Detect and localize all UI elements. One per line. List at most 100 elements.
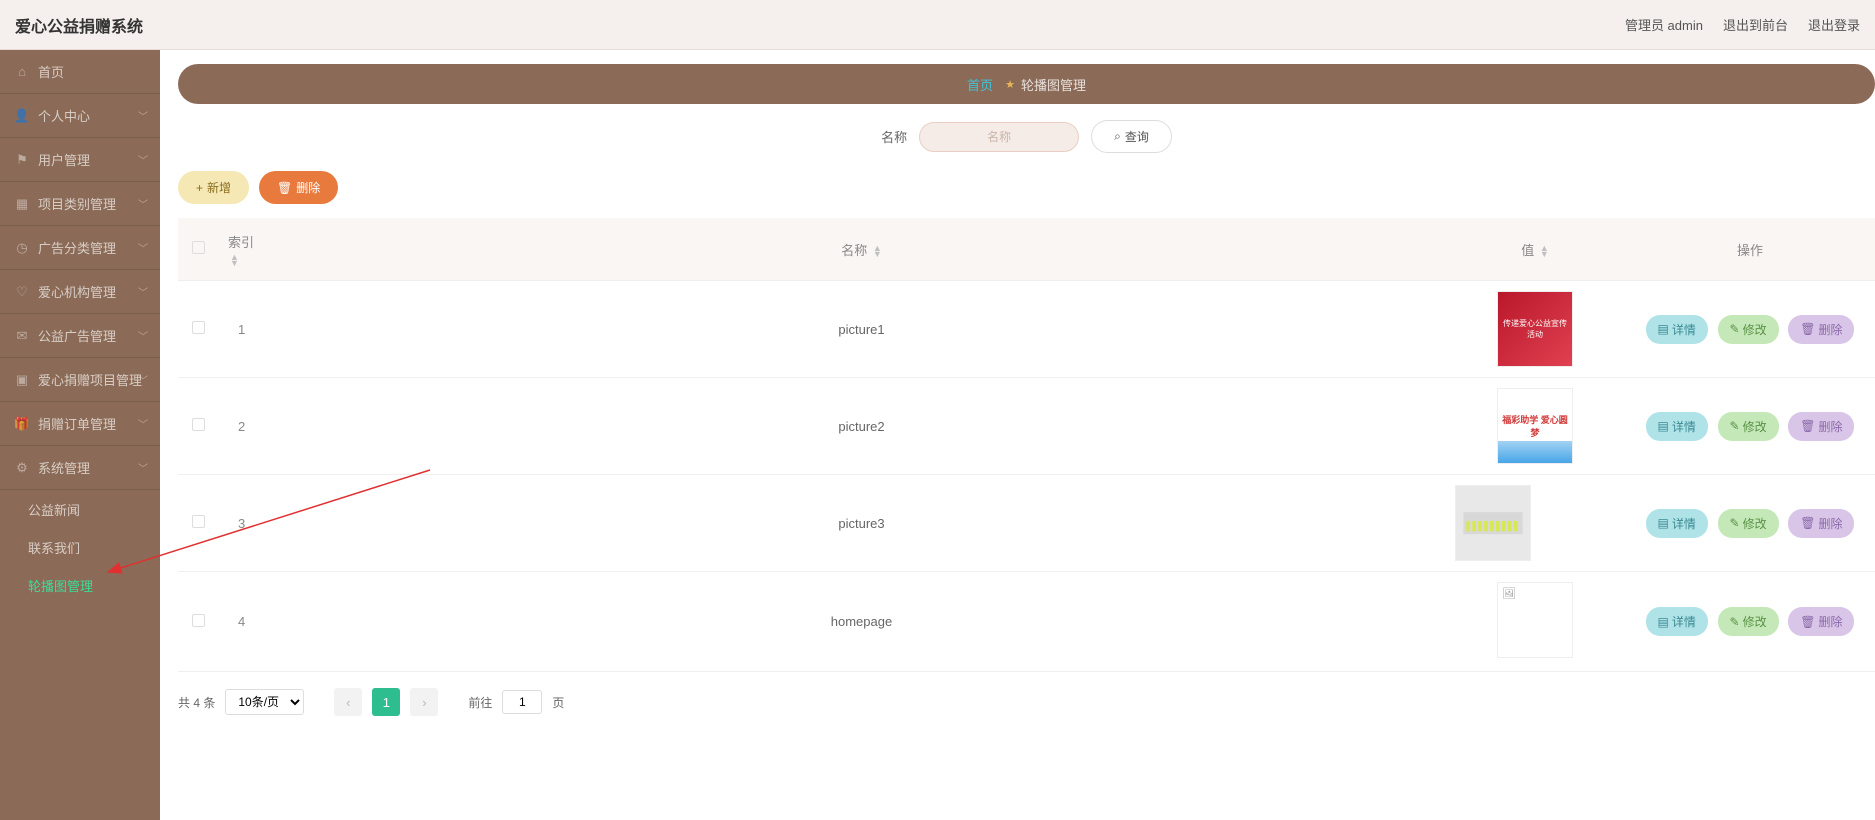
thumb-image — [1455, 485, 1531, 561]
col-ops: 操作 — [1625, 218, 1875, 281]
row-name: picture3 — [278, 475, 1445, 572]
edit-button[interactable]: ✎修改 — [1718, 315, 1779, 344]
trash-icon: 🗑 — [1800, 322, 1815, 336]
table-row: 2 picture2 福彩助学 爱心圆梦 ▤详情 ✎修改 🗑删除 — [178, 378, 1875, 475]
prev-page-button[interactable]: ‹ — [334, 688, 362, 716]
page-1-button[interactable]: 1 — [372, 688, 400, 716]
pen-icon: ✎ — [1730, 419, 1740, 433]
sidebar: ⌂首页👤个人中心﹀⚑用户管理﹀▦项目类别管理﹀◷广告分类管理﹀♡爱心机构管理﹀✉… — [0, 50, 160, 820]
sidebar-item-6[interactable]: ✉ 公益广告管理 ﹀ — [0, 314, 160, 358]
chevron-down-icon: ﹀ — [138, 328, 148, 343]
goto-suffix: 页 — [552, 694, 564, 711]
select-all-checkbox[interactable] — [192, 241, 205, 254]
sidebar-item-9[interactable]: ⚙系统管理﹀ — [0, 446, 160, 490]
row-name: picture1 — [278, 281, 1445, 378]
row-delete-button[interactable]: 🗑删除 — [1788, 509, 1854, 538]
detail-button[interactable]: ▤详情 — [1646, 412, 1708, 441]
col-index[interactable]: 索引 ▲▼ — [218, 218, 278, 281]
sort-icon: ▲▼ — [873, 245, 882, 257]
search-bar: 名称 ⌕ 查询 — [178, 120, 1875, 153]
topbar: 爱心公益捐赠系统 管理员 admin 退出到前台 退出登录 — [0, 0, 1875, 50]
row-delete-button[interactable]: 🗑删除 — [1788, 607, 1854, 636]
detail-button[interactable]: ▤详情 — [1646, 509, 1708, 538]
data-table: 索引 ▲▼ 名称 ▲▼ 值 ▲▼ 操作 1 picture1 传递爱心 — [178, 218, 1875, 672]
pen-icon: ✎ — [1730, 516, 1740, 530]
sidebar-item-3[interactable]: ▦项目类别管理﹀ — [0, 182, 160, 226]
submenu-item-0[interactable]: 公益新闻 — [0, 490, 160, 528]
trash-icon: 🗑 — [1800, 516, 1815, 530]
sidebar-item-2[interactable]: ⚑用户管理﹀ — [0, 138, 160, 182]
sidebar-item-8[interactable]: 🎁捐赠订单管理﹀ — [0, 402, 160, 446]
topbar-right: 管理员 admin 退出到前台 退出登录 — [1625, 15, 1860, 34]
doc-icon: ▤ — [1658, 419, 1669, 433]
row-checkbox[interactable] — [192, 321, 205, 334]
edit-button[interactable]: ✎修改 — [1718, 509, 1779, 538]
row-name: picture2 — [278, 378, 1445, 475]
pen-icon: ✎ — [1730, 322, 1740, 336]
detail-button[interactable]: ▤详情 — [1646, 315, 1708, 344]
chevron-down-icon: ﹀ — [138, 460, 148, 475]
query-button[interactable]: ⌕ 查询 — [1091, 120, 1172, 153]
mail-icon: ✉ — [14, 328, 30, 344]
edit-button[interactable]: ✎修改 — [1718, 607, 1779, 636]
doc-icon: ▤ — [1658, 615, 1669, 629]
chevron-down-icon: ﹀ — [138, 108, 148, 123]
page-size-select[interactable]: 10条/页 — [225, 689, 304, 715]
chevron-down-icon: ﹀ — [138, 152, 148, 167]
sort-icon: ▲▼ — [230, 254, 239, 266]
sidebar-item-7[interactable]: ▣爱心捐赠项目管理﹀ — [0, 358, 160, 402]
row-index: 4 — [218, 572, 278, 672]
sidebar-item-label: 爱心机构管理 — [38, 282, 116, 301]
delete-button[interactable]: 🗑 删除 — [259, 171, 338, 204]
sidebar-item-label: 捐赠订单管理 — [38, 414, 116, 433]
star-icon: ★ — [1005, 78, 1015, 91]
chevron-down-icon: ﹀ — [138, 284, 148, 299]
toolbar: + 新增 🗑 删除 — [178, 171, 1875, 204]
col-value[interactable]: 值 ▲▼ — [1445, 218, 1625, 281]
sort-icon: ▲▼ — [1540, 245, 1549, 257]
back-to-front[interactable]: 退出到前台 — [1723, 15, 1788, 34]
flag-icon: ⚑ — [14, 152, 30, 168]
sidebar-item-label: 首页 — [38, 62, 64, 81]
next-page-button[interactable]: › — [410, 688, 438, 716]
logout-link[interactable]: 退出登录 — [1808, 15, 1860, 34]
chevron-down-icon: ﹀ — [138, 240, 148, 255]
apps-icon: ▣ — [14, 372, 30, 388]
row-index: 2 — [218, 378, 278, 475]
detail-button[interactable]: ▤详情 — [1646, 607, 1708, 636]
search-input[interactable] — [919, 122, 1079, 152]
sidebar-item-4[interactable]: ◷广告分类管理﹀ — [0, 226, 160, 270]
row-checkbox[interactable] — [192, 515, 205, 528]
doc-icon: ▤ — [1658, 322, 1669, 336]
trash-icon: 🗑 — [1800, 419, 1815, 433]
main-content: 首页 ★ 轮播图管理 名称 ⌕ 查询 + 新增 🗑 删除 — [160, 50, 1875, 820]
sidebar-item-label: 广告分类管理 — [38, 238, 116, 257]
row-delete-button[interactable]: 🗑删除 — [1788, 315, 1854, 344]
chevron-right-icon: › — [422, 695, 426, 710]
search-icon: ⌕ — [1114, 129, 1121, 144]
pager-total: 共 4 条 — [178, 694, 215, 711]
submenu-item-1[interactable]: 联系我们 — [0, 528, 160, 566]
breadcrumb-home[interactable]: 首页 — [967, 75, 993, 94]
edit-button[interactable]: ✎修改 — [1718, 412, 1779, 441]
submenu-item-2[interactable]: 轮播图管理 — [0, 566, 160, 604]
goto-page-input[interactable] — [502, 690, 542, 714]
sidebar-item-label: 公益广告管理 — [38, 326, 116, 345]
chevron-down-icon: ﹀ — [138, 196, 148, 211]
row-delete-button[interactable]: 🗑删除 — [1788, 412, 1854, 441]
sidebar-item-1[interactable]: 👤个人中心﹀ — [0, 94, 160, 138]
pen-icon: ✎ — [1730, 615, 1740, 629]
row-checkbox[interactable] — [192, 614, 205, 627]
user-icon: 👤 — [14, 108, 30, 124]
row-checkbox[interactable] — [192, 418, 205, 431]
row-name: homepage — [278, 572, 1445, 672]
admin-label[interactable]: 管理员 admin — [1625, 15, 1703, 34]
sidebar-item-5[interactable]: ♡爱心机构管理﹀ — [0, 270, 160, 314]
col-name[interactable]: 名称 ▲▼ — [278, 218, 1445, 281]
row-index: 1 — [218, 281, 278, 378]
add-button[interactable]: + 新增 — [178, 171, 249, 204]
sidebar-item-0[interactable]: ⌂首页 — [0, 50, 160, 94]
row-index: 3 — [218, 475, 278, 572]
chevron-down-icon: ﹀ — [138, 416, 148, 431]
doc-icon: ▤ — [1658, 516, 1669, 530]
